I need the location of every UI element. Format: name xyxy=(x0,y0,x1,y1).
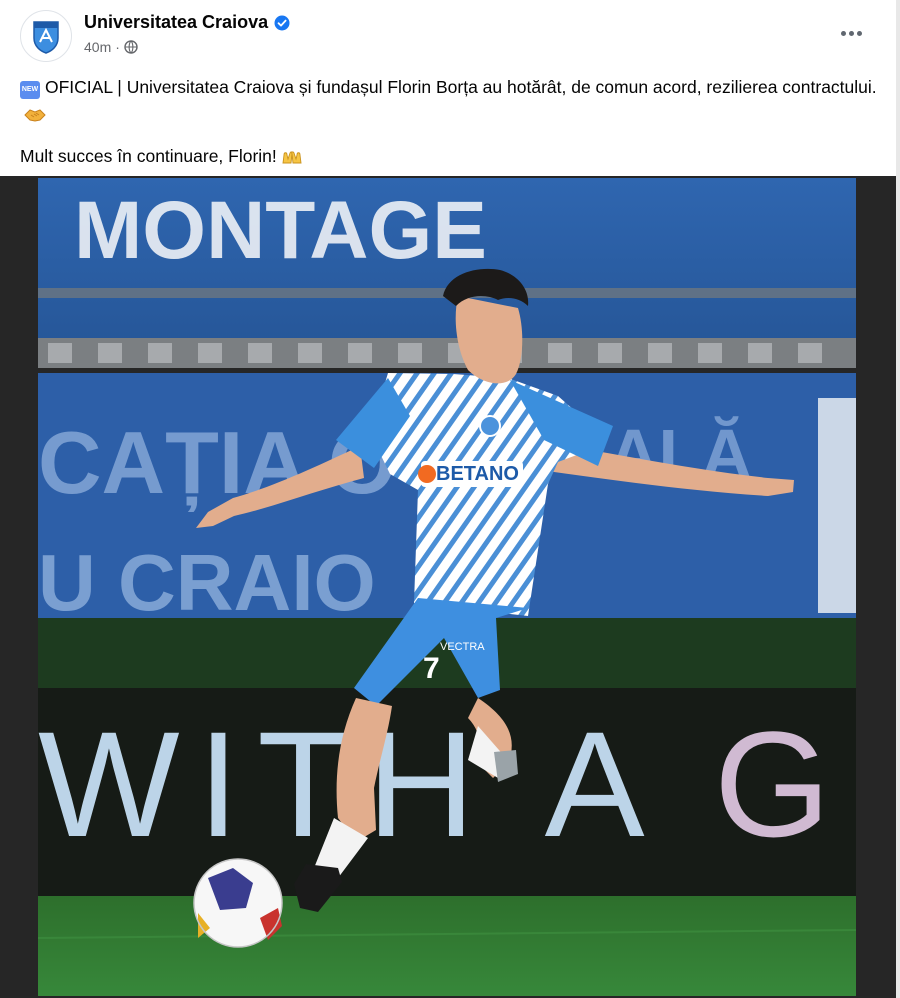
banner-mid-text-3: U CRAIO xyxy=(38,538,376,627)
post-line-1: NEW OFICIAL | Universitatea Craiova și fu… xyxy=(20,74,880,131)
ball xyxy=(193,858,283,948)
post-line-2-text: Mult succes în continuare, Florin! xyxy=(20,146,277,166)
player-photo: MONTAGE CAȚIA O ALĂ U CRAIO WITH A G BET… xyxy=(38,178,856,996)
post-timestamp[interactable]: 40m xyxy=(84,39,111,55)
shorts-sponsor: VECTRA xyxy=(440,641,485,653)
globe-icon xyxy=(124,40,138,54)
shorts-number: 7 xyxy=(423,652,440,685)
post-text: NEW OFICIAL | Universitatea Craiova și fu… xyxy=(20,74,880,185)
raised-hands-emoji-icon xyxy=(281,146,303,173)
shirt-sponsor: BETANO xyxy=(436,463,519,485)
led-text-2: G xyxy=(714,700,831,868)
meta-separator: · xyxy=(115,39,120,55)
pitch xyxy=(38,896,856,996)
banner-top-text: MONTAGE xyxy=(74,185,487,276)
crest-logo-icon xyxy=(33,21,59,54)
page-avatar[interactable] xyxy=(20,10,72,62)
post-header: Universitatea Craiova 40m · xyxy=(0,0,900,70)
handshake-emoji-icon xyxy=(24,104,46,131)
page-name[interactable]: Universitatea Craiova xyxy=(84,12,290,33)
viewport-edge xyxy=(896,0,900,998)
page-name-text[interactable]: Universitatea Craiova xyxy=(84,12,268,33)
post-line-2: Mult succes în continuare, Florin! xyxy=(20,143,880,173)
verified-badge-icon xyxy=(274,15,290,31)
post-meta: 40m · xyxy=(84,39,138,55)
new-badge-icon: NEW xyxy=(20,81,40,99)
post-photo[interactable]: MONTAGE CAȚIA O ALĂ U CRAIO WITH A G BET… xyxy=(38,178,856,996)
post-line-1-text: OFICIAL | Universitatea Craiova și funda… xyxy=(45,77,877,97)
more-options-icon[interactable] xyxy=(836,22,866,44)
